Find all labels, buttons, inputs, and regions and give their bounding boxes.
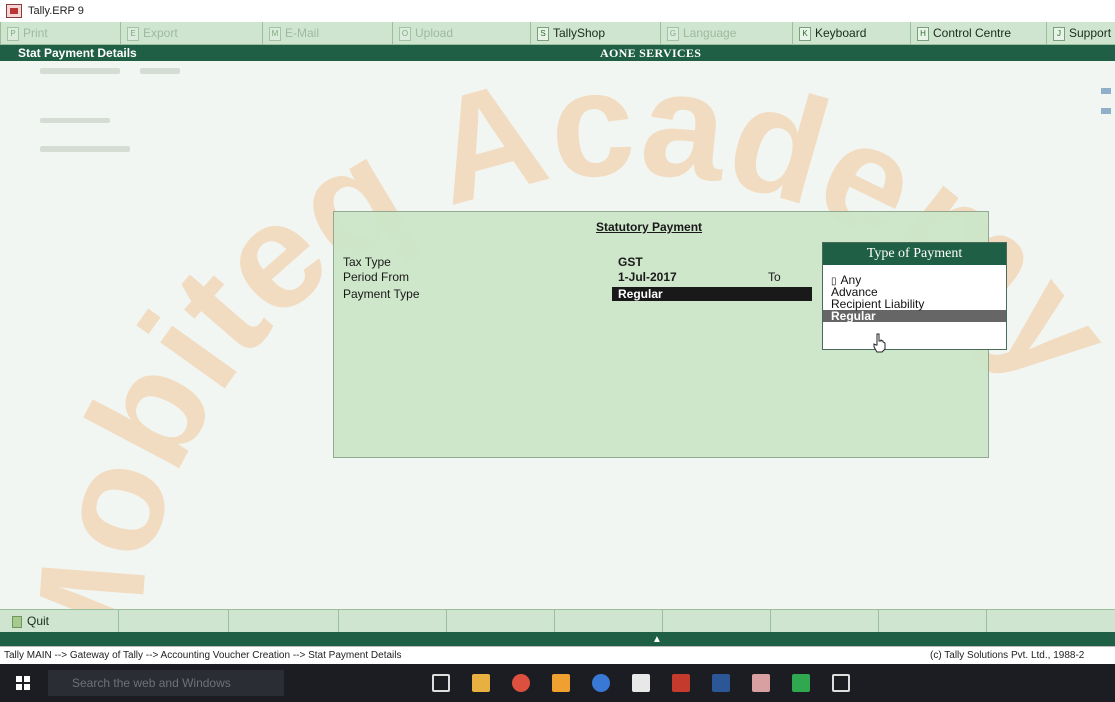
button-slot-divider bbox=[118, 610, 119, 632]
breadcrumb: Tally MAIN --> Gateway of Tally --> Acco… bbox=[4, 650, 402, 661]
payment-type-label: Payment Type bbox=[343, 287, 420, 301]
background-text-placeholder bbox=[40, 118, 110, 123]
tax-type-label: Tax Type bbox=[343, 255, 391, 269]
background-text-placeholder bbox=[40, 146, 130, 152]
background-text-placeholder bbox=[40, 68, 120, 74]
period-to-label: To bbox=[768, 270, 781, 284]
status-bar: Tally MAIN --> Gateway of Tally --> Acco… bbox=[0, 646, 1115, 665]
separator-strip bbox=[0, 632, 1115, 646]
hand-pointer-icon bbox=[873, 333, 886, 353]
popup-title: Type of Payment bbox=[823, 243, 1006, 265]
menu-keyboard[interactable]: K Keyboard bbox=[792, 22, 909, 44]
top-menu-bar: P Print E Export M E-Mail O Upload S TallySho… bbox=[0, 22, 1115, 45]
screen-header: Stat Payment Details AONE SERVICES bbox=[0, 45, 1115, 61]
menu-print[interactable]: P Print bbox=[0, 22, 117, 44]
chrome-icon[interactable] bbox=[512, 674, 530, 692]
email-key-icon: M bbox=[269, 26, 281, 41]
button-slot-divider bbox=[662, 610, 663, 632]
control-centre-key-icon: H bbox=[917, 26, 929, 41]
company-name: AONE SERVICES bbox=[600, 46, 702, 60]
print-key-icon: P bbox=[7, 26, 19, 41]
caret-up-icon[interactable]: ▲ bbox=[652, 634, 662, 645]
background-text-placeholder bbox=[140, 68, 180, 74]
window-title: Tally.ERP 9 bbox=[28, 5, 84, 17]
menu-control-centre[interactable]: H Control Centre bbox=[910, 22, 1043, 44]
payment-type-field[interactable]: Regular bbox=[612, 287, 812, 301]
option-regular[interactable]: Regular bbox=[823, 310, 1006, 322]
window-title-bar: Tally.ERP 9 bbox=[0, 0, 1115, 23]
quit-button[interactable]: Quit bbox=[12, 614, 49, 628]
tally-app-icon bbox=[6, 4, 22, 18]
popup-options: ▯ Any Advance Recipient Liability Regular bbox=[823, 265, 1006, 322]
task-view-icon[interactable] bbox=[432, 674, 450, 692]
menu-tallyshop[interactable]: S TallyShop bbox=[530, 22, 647, 44]
menu-support[interactable]: J Support bbox=[1046, 22, 1115, 44]
edge-fragment bbox=[1101, 88, 1111, 128]
menu-language[interactable]: G Language bbox=[660, 22, 787, 44]
tax-type-value[interactable]: GST bbox=[618, 255, 643, 269]
period-from-label: Period From bbox=[343, 270, 410, 284]
app-c-icon[interactable] bbox=[832, 674, 850, 692]
menu-upload[interactable]: O Upload bbox=[392, 22, 529, 44]
button-slot-divider bbox=[770, 610, 771, 632]
menu-email[interactable]: M E-Mail bbox=[262, 22, 389, 44]
store-icon[interactable] bbox=[632, 674, 650, 692]
word-icon[interactable] bbox=[712, 674, 730, 692]
copyright-text: (c) Tally Solutions Pvt. Ltd., 1988-2 bbox=[930, 650, 1085, 661]
export-key-icon: E bbox=[127, 26, 139, 41]
button-slot-divider bbox=[986, 610, 987, 632]
upload-key-icon: O bbox=[399, 26, 411, 41]
windows-taskbar: Search the web and Windows bbox=[0, 664, 1115, 702]
button-slot-divider bbox=[228, 610, 229, 632]
tally-taskbar-icon[interactable] bbox=[752, 674, 770, 692]
button-slot-divider bbox=[338, 610, 339, 632]
powerpoint-icon[interactable] bbox=[672, 674, 690, 692]
button-slot-divider bbox=[878, 610, 879, 632]
tally-window: Tally.ERP 9 P Print E Export M E-Mail O Uplo… bbox=[0, 0, 1115, 702]
language-key-icon: G bbox=[667, 26, 679, 41]
menu-export[interactable]: E Export bbox=[120, 22, 257, 44]
vlc-icon[interactable] bbox=[552, 674, 570, 692]
tallyshop-key-icon: S bbox=[537, 26, 549, 41]
button-slot-divider bbox=[446, 610, 447, 632]
panel-title: Statutory Payment bbox=[596, 220, 703, 234]
quit-key-icon bbox=[12, 615, 22, 628]
keyboard-key-icon: K bbox=[799, 26, 811, 41]
type-of-payment-list: Type of Payment ▯ Any Advance Recipient L… bbox=[822, 242, 1007, 350]
period-from-value[interactable]: 1-Jul-2017 bbox=[618, 270, 677, 284]
taskbar-search-box[interactable]: Search the web and Windows bbox=[48, 670, 284, 696]
windows-start-icon[interactable] bbox=[16, 676, 30, 690]
support-key-icon: J bbox=[1053, 26, 1065, 41]
firefox-icon[interactable] bbox=[592, 674, 610, 692]
file-explorer-icon[interactable] bbox=[472, 674, 490, 692]
camtasia-icon[interactable] bbox=[792, 674, 810, 692]
button-bar: Quit bbox=[0, 609, 1115, 633]
button-slot-divider bbox=[554, 610, 555, 632]
screen-title: Stat Payment Details bbox=[18, 46, 137, 60]
